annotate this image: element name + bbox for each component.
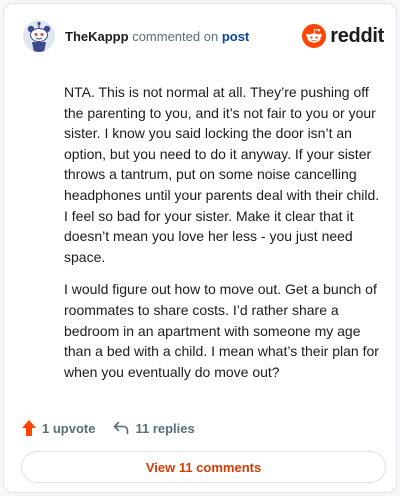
snoo-avatar-icon <box>23 20 55 52</box>
comment-paragraph: I would figure out how to move out. Get … <box>64 281 379 380</box>
replies-button[interactable]: 11 replies <box>113 420 195 436</box>
reply-arrow-icon <box>114 421 129 435</box>
comment-byline: TheKappp commented on post <box>65 29 249 45</box>
upvote-arrow-icon <box>22 420 36 436</box>
reddit-logo-icon <box>302 24 327 48</box>
user-avatar[interactable] <box>23 20 55 52</box>
replies-count: 11 replies <box>135 420 195 436</box>
comment-paragraph: NTA. This is not normal at all. They’re … <box>64 84 380 265</box>
comment-card: TheKappp commented on post reddit NTA. T… <box>3 3 397 493</box>
upvote-button[interactable]: 1 upvote <box>22 420 95 436</box>
byline-action-text: commented on <box>132 29 219 44</box>
view-comments-button[interactable]: View 11 comments <box>21 451 386 483</box>
reddit-logo[interactable]: reddit <box>302 23 384 49</box>
reddit-wordmark: reddit <box>330 24 384 47</box>
post-link[interactable]: post <box>222 29 249 44</box>
upvote-count: 1 upvote <box>42 420 96 436</box>
comment-body: NTA. This is not normal at all. They’re … <box>64 82 382 394</box>
comment-header: TheKappp commented on post reddit <box>18 18 384 58</box>
username-link[interactable]: TheKappp <box>65 29 129 44</box>
comment-actions: 1 upvote 11 replies <box>22 416 195 440</box>
